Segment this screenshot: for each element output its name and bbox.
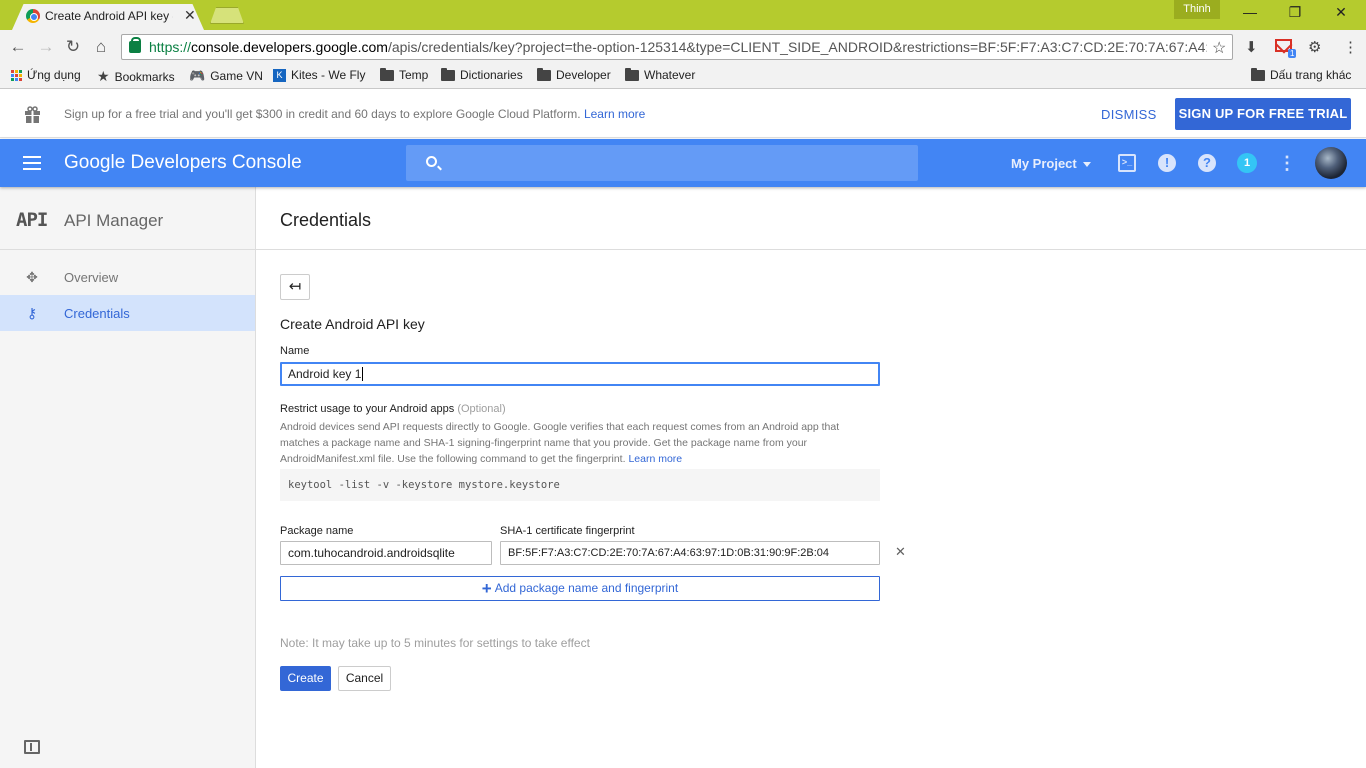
key-icon: ⚷ xyxy=(26,305,38,321)
search-bar[interactable] xyxy=(406,145,918,181)
description-learn-more-link[interactable]: Learn more xyxy=(628,453,682,465)
sha1-fingerprint-field[interactable]: BF:5F:F7:A3:C7:CD:2E:70:7A:67:A4:63:97:1… xyxy=(500,541,880,565)
page-header: Credentials xyxy=(256,187,1366,250)
api-logo-icon: API xyxy=(16,209,48,231)
folder-icon xyxy=(625,67,639,81)
gift-icon xyxy=(25,106,40,123)
sign-up-free-trial-button[interactable]: SIGN UP FOR FREE TRIAL xyxy=(1175,98,1351,130)
forward-arrow-icon[interactable]: → xyxy=(36,37,56,57)
bookmark-game-vn[interactable]: 🎮 Game VN xyxy=(189,68,263,84)
optional-tag: (Optional) xyxy=(457,403,506,415)
restrict-description: Android devices send API requests direct… xyxy=(280,421,840,465)
folder-icon xyxy=(1251,67,1265,81)
create-button[interactable]: Create xyxy=(280,666,331,691)
avatar[interactable] xyxy=(1315,147,1347,179)
bookmark-star-icon[interactable]: ☆ xyxy=(1212,38,1226,58)
menu-icon[interactable] xyxy=(23,156,41,170)
sidebar-title: API Manager xyxy=(64,211,164,230)
main-content: Credentials ↤ Create Android API key Nam… xyxy=(256,187,1366,768)
add-package-fingerprint-button[interactable]: + Add package name and fingerprint xyxy=(280,576,880,601)
cancel-button[interactable]: Cancel xyxy=(338,666,391,691)
caret-down-icon xyxy=(1082,162,1091,168)
keytool-command: keytool -list -v -keystore mystore.keyst… xyxy=(280,469,880,501)
star-icon: ★ xyxy=(97,68,110,84)
api-manager-sidebar: API API Manager ✥ Overview ⚷ Credentials xyxy=(0,187,256,768)
lock-icon xyxy=(129,37,141,53)
package-name-label: Package name xyxy=(280,525,354,537)
browser-titlebar: Create Android API key - ✕ Thinh — ❐ ✕ xyxy=(0,0,1366,30)
apps-icon xyxy=(11,69,22,81)
cloud-shell-icon[interactable]: >_ xyxy=(1118,154,1136,172)
package-name-field[interactable]: com.tuhocandroid.androidsqlite xyxy=(280,541,492,565)
settings-note: Note: It may take up to 5 minutes for se… xyxy=(280,636,590,650)
restrict-usage-title: Restrict usage to your Android apps (Opt… xyxy=(280,403,506,415)
help-icon[interactable]: ? xyxy=(1198,154,1216,172)
home-icon[interactable]: ⌂ xyxy=(91,37,111,57)
chrome-favicon-icon xyxy=(26,9,40,23)
search-icon xyxy=(426,156,437,167)
search-input[interactable] xyxy=(450,151,900,175)
text-cursor xyxy=(362,367,364,381)
bookmark-whatever[interactable]: Whatever xyxy=(625,67,695,82)
reload-icon[interactable]: ↻ xyxy=(63,37,83,57)
browser-toolbar: ← → ↻ ⌂ https://console.developers.googl… xyxy=(0,30,1366,64)
console-brand[interactable]: Google Developers Console xyxy=(64,152,302,174)
feedback-icon[interactable]: ! xyxy=(1158,154,1176,172)
url-text[interactable]: https://console.developers.google.com/ap… xyxy=(149,39,1207,55)
tab-title: Create Android API key - xyxy=(45,9,173,23)
folder-icon xyxy=(441,67,455,81)
name-label: Name xyxy=(280,345,310,357)
browser-tab[interactable]: Create Android API key - ✕ xyxy=(12,4,204,30)
sha1-label: SHA-1 certificate fingerprint xyxy=(500,525,635,537)
promo-text: Sign up for a free trial and you'll get … xyxy=(64,107,646,121)
more-vert-icon[interactable]: ⋮ xyxy=(1278,154,1296,172)
new-tab-button[interactable] xyxy=(210,7,244,24)
bookmark-dictionaries[interactable]: Dictionaries xyxy=(441,67,523,82)
console-header: Google Developers Console My Project >_ … xyxy=(0,139,1366,187)
arrow-back-icon: ↤ xyxy=(288,278,302,295)
plus-icon: + xyxy=(481,579,492,598)
bookmark-other[interactable]: Dấu trang khác xyxy=(1251,67,1351,82)
close-window-icon[interactable]: ✕ xyxy=(1329,4,1353,21)
bookmark-developer[interactable]: Developer xyxy=(537,67,611,82)
sidebar-item-overview[interactable]: ✥ Overview xyxy=(0,259,255,295)
bookmark-apps[interactable]: Ứng dụng xyxy=(11,68,81,82)
bookmark-kites[interactable]: K Kites - We Fly xyxy=(273,68,365,82)
minimize-icon[interactable]: — xyxy=(1238,4,1262,20)
page-title: Credentials xyxy=(280,210,372,230)
overview-icon: ✥ xyxy=(26,269,38,285)
gamepad-icon: 🎮 xyxy=(189,68,206,83)
kite-icon: K xyxy=(273,68,286,82)
gmail-badge: 1 xyxy=(1288,49,1297,58)
sidebar-header: API API Manager xyxy=(0,187,255,250)
promo-learn-more-link[interactable]: Learn more xyxy=(584,107,645,121)
name-field[interactable]: Android key 1 xyxy=(280,362,880,386)
form-title: Create Android API key xyxy=(280,316,425,332)
project-selector[interactable]: My Project xyxy=(1011,156,1091,171)
restore-icon[interactable]: ❐ xyxy=(1283,4,1307,21)
extension-icon[interactable]: ⚙ xyxy=(1308,38,1321,56)
back-button[interactable]: ↤ xyxy=(280,274,310,300)
profile-badge[interactable]: Thinh xyxy=(1174,0,1220,19)
collapse-sidebar-icon[interactable] xyxy=(24,740,40,754)
address-bar[interactable]: https://console.developers.google.com/ap… xyxy=(121,34,1233,60)
folder-icon xyxy=(537,67,551,81)
dismiss-button[interactable]: DISMISS xyxy=(1101,107,1157,122)
remove-row-icon[interactable]: ✕ xyxy=(895,544,906,560)
notifications-icon[interactable]: 1 xyxy=(1237,153,1257,173)
bookmarks-bar: Ứng dụng ★ Bookmarks 🎮 Game VN K Kites -… xyxy=(0,64,1366,89)
folder-icon xyxy=(380,67,394,81)
download-icon[interactable]: ⬇ xyxy=(1245,38,1258,56)
tab-close-icon[interactable]: ✕ xyxy=(184,7,196,24)
bookmark-bookmarks[interactable]: ★ Bookmarks xyxy=(97,68,175,85)
chrome-menu-icon[interactable]: ⋮ xyxy=(1343,38,1358,56)
bookmark-temp[interactable]: Temp xyxy=(380,67,428,82)
sidebar-item-credentials[interactable]: ⚷ Credentials xyxy=(0,295,255,331)
back-arrow-icon[interactable]: ← xyxy=(8,37,28,57)
free-trial-banner: Sign up for a free trial and you'll get … xyxy=(0,90,1366,138)
